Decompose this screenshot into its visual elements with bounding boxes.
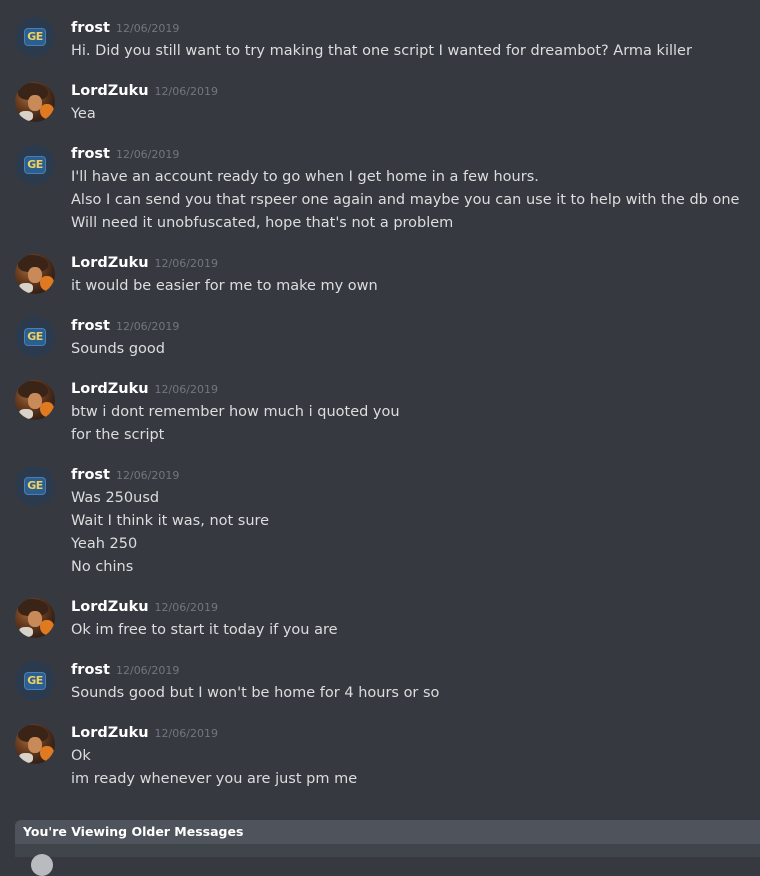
message-group: GE frost 12/06/2019 Sounds good [0, 299, 760, 362]
ge-logo-avatar[interactable]: GE [15, 17, 55, 57]
timestamp: 12/06/2019 [154, 383, 218, 396]
avatar-cloth [19, 111, 33, 121]
older-messages-notice[interactable]: You're Viewing Older Messages [15, 820, 760, 844]
message-text: Will need it unobfuscated, hope that's n… [71, 215, 454, 231]
message-text: Ok [71, 748, 91, 764]
ge-logo-text: GE [27, 479, 43, 492]
ge-logo-avatar[interactable]: GE [15, 466, 55, 506]
message-group: GE frost 12/06/2019 Hi. Did you still want … [0, 0, 760, 64]
timestamp: 12/06/2019 [154, 85, 218, 98]
message-group: LordZuku 12/06/2019 it would be easier for… [0, 236, 760, 299]
message-text: Sounds good but I won't be home for 4 ho… [71, 685, 440, 701]
ge-logo-icon: GE [25, 478, 45, 494]
message-input-area[interactable] [15, 844, 760, 876]
message-header: frost 12/06/2019 [71, 314, 760, 336]
message-group: LordZuku 12/06/2019 Ok im ready whenever yo… [0, 706, 760, 789]
ge-logo-text: GE [27, 30, 43, 43]
message-text: Also I can send you that rspeer one agai… [71, 192, 740, 208]
older-messages-notice-text: You're Viewing Older Messages [23, 824, 244, 839]
message-list: GE frost 12/06/2019 Hi. Did you still want … [0, 0, 760, 820]
anime-character-avatar[interactable] [15, 598, 55, 638]
username[interactable]: LordZuku [71, 381, 149, 397]
avatar-cloth [19, 409, 33, 419]
message-header: LordZuku 12/06/2019 [71, 721, 760, 743]
message-group: GE frost 12/06/2019 I'll have an account re… [0, 127, 760, 233]
timestamp: 12/06/2019 [154, 601, 218, 614]
ge-logo-icon: GE [25, 673, 45, 689]
timestamp: 12/06/2019 [154, 257, 218, 270]
ge-logo-icon: GE [25, 329, 45, 345]
message-header: frost 12/06/2019 [71, 463, 760, 485]
message-header: LordZuku 12/06/2019 [71, 79, 760, 101]
message-header: frost 12/06/2019 [71, 16, 760, 38]
ge-logo-avatar[interactable]: GE [15, 145, 55, 185]
username[interactable]: LordZuku [71, 599, 149, 615]
username[interactable]: LordZuku [71, 83, 149, 99]
avatar-cloth [19, 627, 33, 637]
avatar-cloth [19, 283, 33, 293]
ge-logo-avatar[interactable]: GE [15, 317, 55, 357]
ge-logo-text: GE [27, 158, 43, 171]
message-text: Wait I think it was, not sure [71, 513, 270, 529]
message-header: frost 12/06/2019 [71, 142, 760, 164]
avatar-flame [40, 104, 54, 119]
username[interactable]: LordZuku [71, 255, 149, 271]
ge-logo-icon: GE [25, 29, 45, 45]
timestamp: 12/06/2019 [115, 148, 180, 161]
message-text: Was 250usd [71, 490, 160, 506]
message-group: GE frost 12/06/2019 Sounds good but I won't… [0, 643, 760, 706]
avatar-cloth [19, 753, 33, 763]
username[interactable]: LordZuku [71, 725, 149, 741]
avatar-flame [40, 746, 54, 761]
avatar-flame [40, 620, 54, 635]
anime-character-avatar[interactable] [15, 724, 55, 764]
timestamp: 12/06/2019 [115, 22, 180, 35]
message-group: LordZuku 12/06/2019 Ok im free to start it… [0, 580, 760, 643]
message-header: frost 12/06/2019 [71, 658, 760, 680]
message-text: Ok im free to start it today if you are [71, 622, 338, 638]
anime-character-avatar[interactable] [15, 82, 55, 122]
anime-character-avatar[interactable] [15, 380, 55, 420]
timestamp: 12/06/2019 [115, 320, 180, 333]
username[interactable]: frost [71, 318, 110, 334]
message-text: I'll have an account ready to go when I … [71, 169, 539, 185]
avatar-flame [40, 276, 54, 291]
message-text: No chins [71, 559, 134, 575]
avatar-flame [40, 402, 54, 417]
message-text: im ready whenever you are just pm me [71, 771, 358, 787]
anime-character-avatar[interactable] [15, 254, 55, 294]
upload-icon[interactable] [31, 854, 53, 876]
message-text: it would be easier for me to make my own [71, 278, 378, 294]
message-group: LordZuku 12/06/2019 btw i dont remember ho… [0, 362, 760, 445]
username[interactable]: frost [71, 467, 110, 483]
message-text: Yeah 250 [71, 536, 138, 552]
ge-logo-avatar[interactable]: GE [15, 661, 55, 701]
timestamp: 12/06/2019 [154, 727, 218, 740]
username[interactable]: frost [71, 662, 110, 678]
timestamp: 12/06/2019 [115, 469, 180, 482]
username[interactable]: frost [71, 146, 110, 162]
message-header: LordZuku 12/06/2019 [71, 377, 760, 399]
message-text: Hi. Did you still want to try making tha… [71, 43, 692, 59]
ge-logo-icon: GE [25, 157, 45, 173]
ge-logo-text: GE [27, 330, 43, 343]
message-header: LordZuku 12/06/2019 [71, 251, 760, 273]
message-text: Yea [71, 106, 96, 122]
message-group: LordZuku 12/06/2019 Yea [0, 64, 760, 127]
username[interactable]: frost [71, 20, 110, 36]
ge-logo-text: GE [27, 674, 43, 687]
message-header: LordZuku 12/06/2019 [71, 595, 760, 617]
message-text: for the script [71, 427, 165, 443]
message-group: GE frost 12/06/2019 Was 250usd Wait I think … [0, 448, 760, 577]
timestamp: 12/06/2019 [115, 664, 180, 677]
message-text: Sounds good [71, 341, 165, 357]
message-text: btw i dont remember how much i quoted yo… [71, 404, 400, 420]
